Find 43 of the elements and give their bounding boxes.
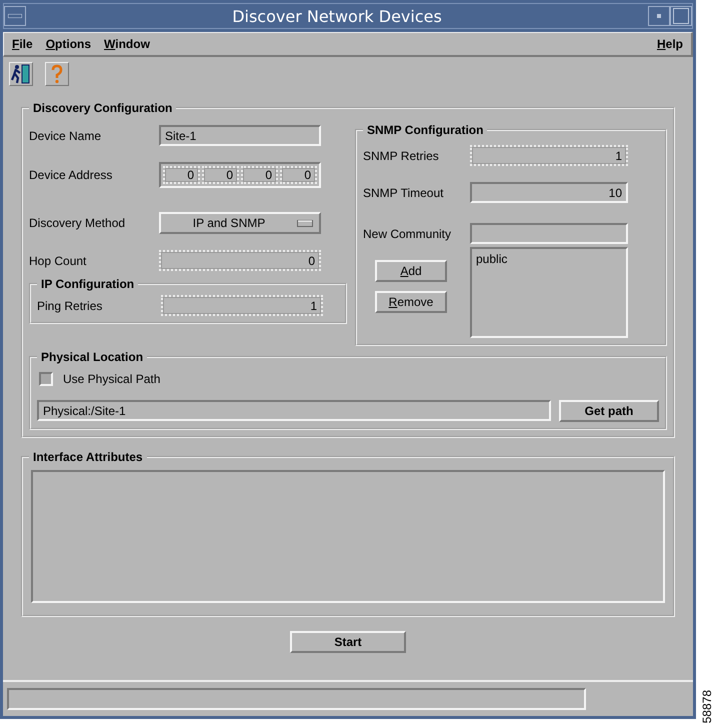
field-label: Device Address <box>29 168 114 182</box>
group-title: Interface Attributes <box>32 450 144 464</box>
minimize-icon <box>657 14 661 18</box>
running-figure-door-icon <box>11 64 31 84</box>
field-label: Hop Count <box>29 254 88 268</box>
remove-button[interactable]: Remove <box>375 291 447 313</box>
question-mark-icon <box>50 64 64 84</box>
checkbox-label: Use Physical Path <box>63 372 160 386</box>
community-list[interactable]: public <box>470 247 628 338</box>
exit-button[interactable] <box>9 62 33 86</box>
help-button[interactable] <box>45 62 69 86</box>
maximize-button[interactable] <box>670 6 692 26</box>
group-title: Physical Location <box>40 350 144 364</box>
start-button[interactable]: Start <box>290 631 406 653</box>
field-label: Ping Retries <box>37 298 104 312</box>
menu-item[interactable]: File <box>12 37 33 51</box>
menu-item[interactable]: Options <box>46 37 92 51</box>
window-title: Discover Network Devices <box>231 6 443 26</box>
window-menu-button[interactable] <box>4 6 26 26</box>
maximize-icon <box>673 8 689 24</box>
field-label: SNMP Timeout <box>363 186 444 200</box>
field-label: Discovery Method <box>29 216 126 230</box>
option-menu-icon <box>297 220 313 226</box>
minimize-button[interactable] <box>648 6 670 26</box>
field-label: Device Name <box>29 128 102 142</box>
figure-number: 58878 <box>700 690 714 723</box>
get-path-button[interactable]: Get path <box>559 400 659 422</box>
group-title: IP Configuration <box>40 277 136 291</box>
field-label: New Community <box>363 226 452 240</box>
field-label: SNMP Retries <box>363 148 440 162</box>
checkbox[interactable] <box>39 372 53 386</box>
input-field[interactable]: Site-1 <box>159 125 321 146</box>
input-field[interactable]: 10 <box>470 182 628 203</box>
dropdown[interactable]: IP and SNMP <box>159 212 321 234</box>
menu-item[interactable]: Help <box>656 37 683 51</box>
menu-item[interactable]: Window <box>104 37 150 51</box>
add-button[interactable]: Add <box>375 260 447 282</box>
list-item[interactable]: public <box>476 252 622 266</box>
input-field[interactable] <box>470 223 628 244</box>
group-title: SNMP Configuration <box>366 123 484 137</box>
path-field[interactable]: Physical:/Site-1 <box>37 400 551 421</box>
menu-icon <box>8 14 22 18</box>
group-title: Discovery Configuration <box>32 101 174 115</box>
